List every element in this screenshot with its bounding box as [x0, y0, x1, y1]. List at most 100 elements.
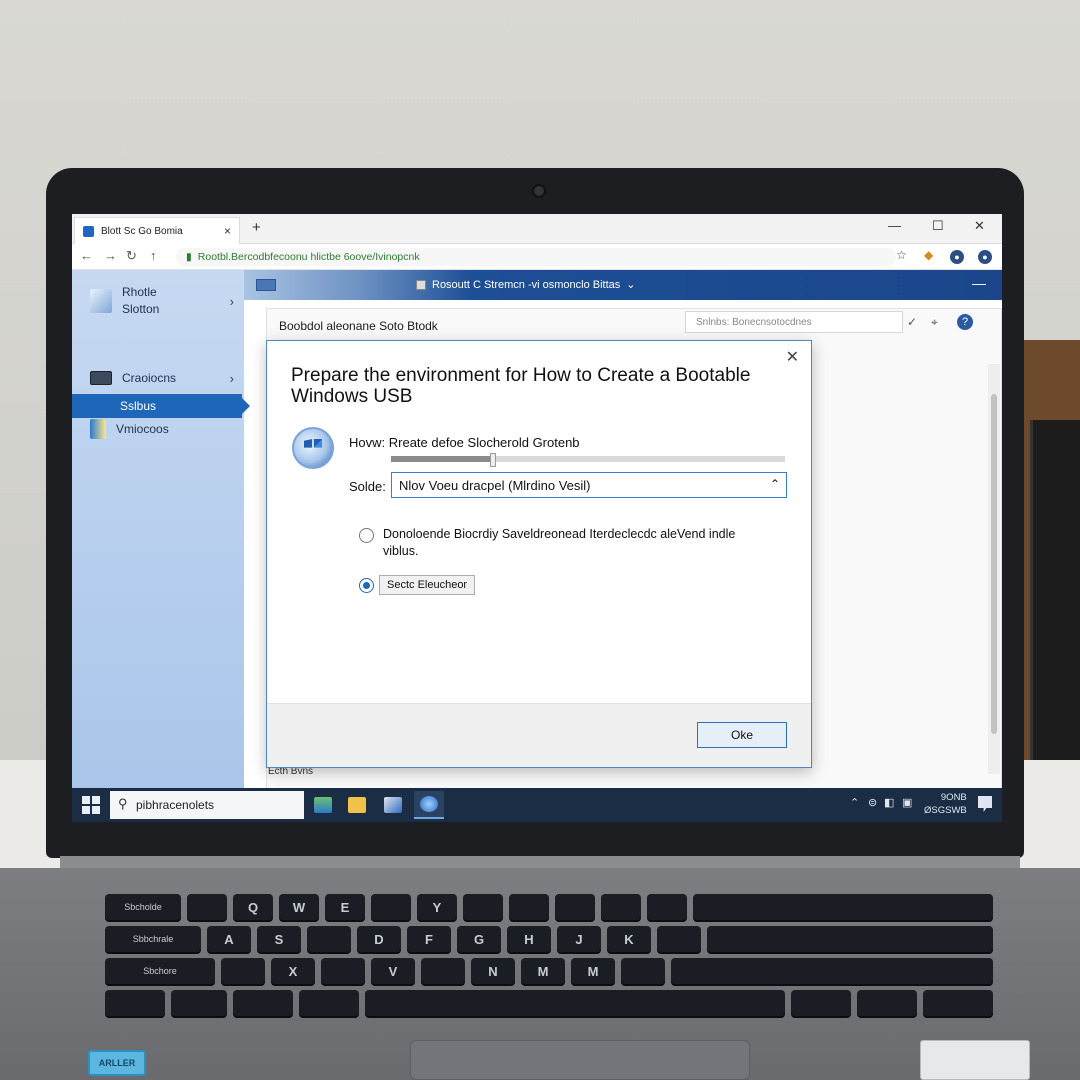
scrollbar-thumb[interactable]: [991, 394, 997, 734]
network-icon[interactable]: ⊜: [868, 796, 877, 809]
tab-close-button[interactable]: ×: [224, 224, 231, 238]
window-minimize-button[interactable]: —: [888, 218, 901, 233]
keyboard-key[interactable]: [693, 894, 993, 920]
keyboard-key[interactable]: A: [207, 926, 251, 952]
keyboard-key[interactable]: D: [357, 926, 401, 952]
how-row: Hovw: Rreate defoe Slocherold Grotenb: [349, 435, 580, 450]
panel-scrollbar[interactable]: [988, 364, 1000, 774]
slider-fill: [391, 456, 493, 462]
taskbar-app-store[interactable]: [378, 791, 408, 819]
taskbar-app-explorer[interactable]: [308, 791, 338, 819]
back-arrow-icon[interactable]: ←: [80, 248, 93, 263]
sidebar-item-selected[interactable]: Sslbus: [72, 394, 250, 418]
keyboard-key[interactable]: J: [557, 926, 601, 952]
windows-start-icon[interactable]: [82, 796, 100, 814]
browser-tab[interactable]: Blott Sc Go Bomia ×: [74, 217, 240, 244]
keyboard-key[interactable]: [371, 894, 411, 920]
keyboard-key[interactable]: Sbbchrale: [105, 926, 201, 952]
menu-icon[interactable]: ●: [978, 250, 992, 264]
keyboard-key[interactable]: [233, 990, 293, 1016]
keyboard-key[interactable]: [463, 894, 503, 920]
keyboard-key[interactable]: [299, 990, 359, 1016]
sidebar-item-label-line2: Slotton: [122, 302, 160, 316]
app-minimize-button[interactable]: —: [972, 275, 986, 291]
keyboard-key[interactable]: [791, 990, 851, 1016]
help-icon[interactable]: ?: [957, 314, 973, 330]
keyboard-key[interactable]: [187, 894, 227, 920]
keyboard-key[interactable]: [647, 894, 687, 920]
forward-arrow-icon[interactable]: →: [104, 248, 117, 263]
keyboard-key[interactable]: [657, 926, 701, 952]
keyboard-key[interactable]: Y: [417, 894, 457, 920]
taskbar-search-input[interactable]: ⚲ pibhracenolets: [110, 791, 304, 819]
keyboard-key[interactable]: [509, 894, 549, 920]
keyboard-key[interactable]: [555, 894, 595, 920]
keyboard-key[interactable]: S: [257, 926, 301, 952]
keyboard-key[interactable]: N: [471, 958, 515, 984]
slider-handle[interactable]: [490, 453, 496, 467]
keyboard-key[interactable]: [857, 990, 917, 1016]
panel-search-input[interactable]: Snlnbs: Bonecnsotocdnes: [685, 311, 903, 333]
url-field[interactable]: ▮ Rootbl.Bercodbfecoonu hlictbe 6oove/Ivi…: [176, 248, 896, 266]
keyboard-key[interactable]: H: [507, 926, 551, 952]
search-icon: ⚲: [118, 796, 128, 811]
battery-icon[interactable]: ▣: [902, 796, 912, 809]
keyboard-key[interactable]: [601, 894, 641, 920]
ok-button[interactable]: Oke: [697, 722, 787, 748]
keyboard-key[interactable]: [421, 958, 465, 984]
taskbar-app-browser[interactable]: [414, 791, 444, 819]
progress-slider[interactable]: [391, 453, 785, 467]
keyboard-key[interactable]: F: [407, 926, 451, 952]
chevron-up-icon: ⌃: [769, 477, 780, 491]
keyboard-key[interactable]: E: [325, 894, 365, 920]
new-tab-button[interactable]: +: [252, 219, 261, 236]
spacebar-key[interactable]: [365, 990, 785, 1016]
keyboard-key[interactable]: [671, 958, 993, 984]
refresh-icon[interactable]: ↻: [126, 248, 137, 264]
checkmark-icon[interactable]: ✓: [907, 315, 917, 329]
window-maximize-button[interactable]: ☐: [932, 218, 944, 234]
bookmark-star-icon[interactable]: ☆: [896, 248, 907, 262]
keyboard-key[interactable]: [105, 990, 165, 1016]
keyboard-key[interactable]: W: [279, 894, 319, 920]
chevron-up-icon[interactable]: ⌃: [850, 796, 859, 809]
app-sidebar: Rhotle Slotton › Sslbus Craoiocns › Vmio…: [72, 270, 250, 790]
keyboard-key[interactable]: G: [457, 926, 501, 952]
taskbar-app-folder[interactable]: [342, 791, 372, 819]
keyboard-key[interactable]: [321, 958, 365, 984]
keyboard-key[interactable]: [621, 958, 665, 984]
keyboard-key[interactable]: X: [271, 958, 315, 984]
profile-icon[interactable]: ●: [950, 250, 964, 264]
keyboard-key[interactable]: M: [571, 958, 615, 984]
browser-tab-bar: Blott Sc Go Bomia × + — ☐ ✕: [72, 214, 1002, 244]
dialog-close-button[interactable]: ✕: [786, 347, 799, 367]
keyboard-key[interactable]: [707, 926, 993, 952]
clock[interactable]: 9ONB ØSGSWB: [924, 791, 967, 817]
touchpad[interactable]: [410, 1040, 750, 1080]
option-2-button[interactable]: Sectc Eleucheor: [379, 575, 476, 595]
window-close-button[interactable]: ✕: [974, 218, 985, 234]
keyboard-key[interactable]: [171, 990, 227, 1016]
keyboard-key[interactable]: M: [521, 958, 565, 984]
keyboard-key[interactable]: K: [607, 926, 651, 952]
speaker-icon[interactable]: ◧: [884, 796, 894, 809]
sidebar-item-vmiocoos[interactable]: Vmiocoos: [72, 416, 244, 442]
chevron-down-icon[interactable]: ⌄: [626, 278, 635, 291]
sidebar-item-rhotle[interactable]: Rhotle Slotton ›: [72, 284, 244, 318]
keyboard-key[interactable]: [307, 926, 351, 952]
keyboard-key[interactable]: Sbchore: [105, 958, 215, 984]
keyboard: Sbcholde Q W E Y Sbbchrale A S D F G H J…: [95, 890, 1055, 1040]
source-select[interactable]: Nlov Voeu dracpel (Mlrdino Vesil) ⌃: [391, 472, 787, 498]
pin-icon[interactable]: ⌖: [931, 315, 938, 330]
keyboard-key[interactable]: V: [371, 958, 415, 984]
keyboard-key[interactable]: [923, 990, 993, 1016]
option-2-radio[interactable]: [359, 578, 374, 593]
notification-icon[interactable]: [978, 796, 992, 812]
option-1-radio[interactable]: [359, 528, 374, 543]
extension-icon[interactable]: ◆: [924, 248, 933, 262]
home-arrow-icon[interactable]: ↑: [150, 248, 157, 263]
keyboard-key[interactable]: Sbcholde: [105, 894, 181, 920]
sidebar-item-craoiocns[interactable]: Craoiocns ›: [72, 368, 244, 388]
keyboard-key[interactable]: Q: [233, 894, 273, 920]
keyboard-key[interactable]: [221, 958, 265, 984]
